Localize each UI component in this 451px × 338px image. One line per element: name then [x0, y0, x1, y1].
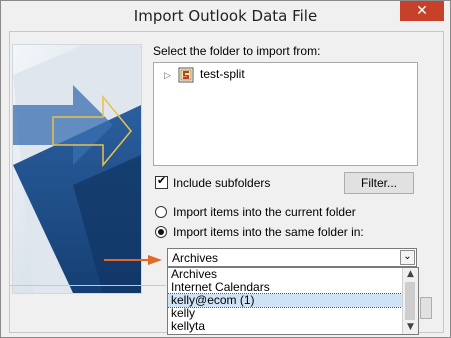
- scroll-thumb[interactable]: [405, 282, 415, 320]
- combo-value: Archives: [172, 251, 219, 265]
- title-bar: Import Outlook Data File ✕: [1, 1, 450, 31]
- folder-select-label: Select the folder to import from:: [153, 44, 321, 58]
- tree-item-test-split[interactable]: test-split: [200, 67, 245, 81]
- import-current-folder-label[interactable]: Import items into the current folder: [173, 205, 356, 219]
- annotation-arrow-icon: [104, 255, 162, 265]
- scroll-down-icon[interactable]: ▼: [403, 321, 418, 334]
- destination-folder-list[interactable]: Archives Internet Calendars kelly@ecom (…: [167, 267, 419, 335]
- folder-tree[interactable]: ▷ test-split: [153, 62, 418, 166]
- pst-file-icon: [178, 67, 194, 83]
- destination-folder-combo[interactable]: Archives ⌄: [167, 248, 417, 267]
- include-subfolders-label[interactable]: Include subfolders: [173, 176, 270, 190]
- filter-button[interactable]: Filter...: [344, 172, 414, 194]
- close-button[interactable]: ✕: [400, 1, 444, 21]
- list-item[interactable]: kellyta: [168, 320, 404, 333]
- import-same-folder-radio[interactable]: [155, 226, 167, 238]
- dropdown-arrow-icon[interactable]: ⌄: [400, 250, 415, 265]
- list-item-selected[interactable]: kelly@ecom (1): [168, 293, 405, 308]
- list-scrollbar[interactable]: ▲ ▼: [402, 268, 418, 334]
- scroll-up-icon[interactable]: ▲: [403, 268, 418, 281]
- import-current-folder-radio[interactable]: [155, 206, 167, 218]
- window-title: Import Outlook Data File: [133, 7, 318, 25]
- expand-arrow-icon[interactable]: ▷: [164, 70, 171, 81]
- partially-hidden-button[interactable]: [420, 297, 432, 319]
- divider: [10, 285, 166, 286]
- import-same-folder-label[interactable]: Import items into the same folder in:: [173, 225, 364, 239]
- include-subfolders-checkbox[interactable]: [155, 174, 168, 189]
